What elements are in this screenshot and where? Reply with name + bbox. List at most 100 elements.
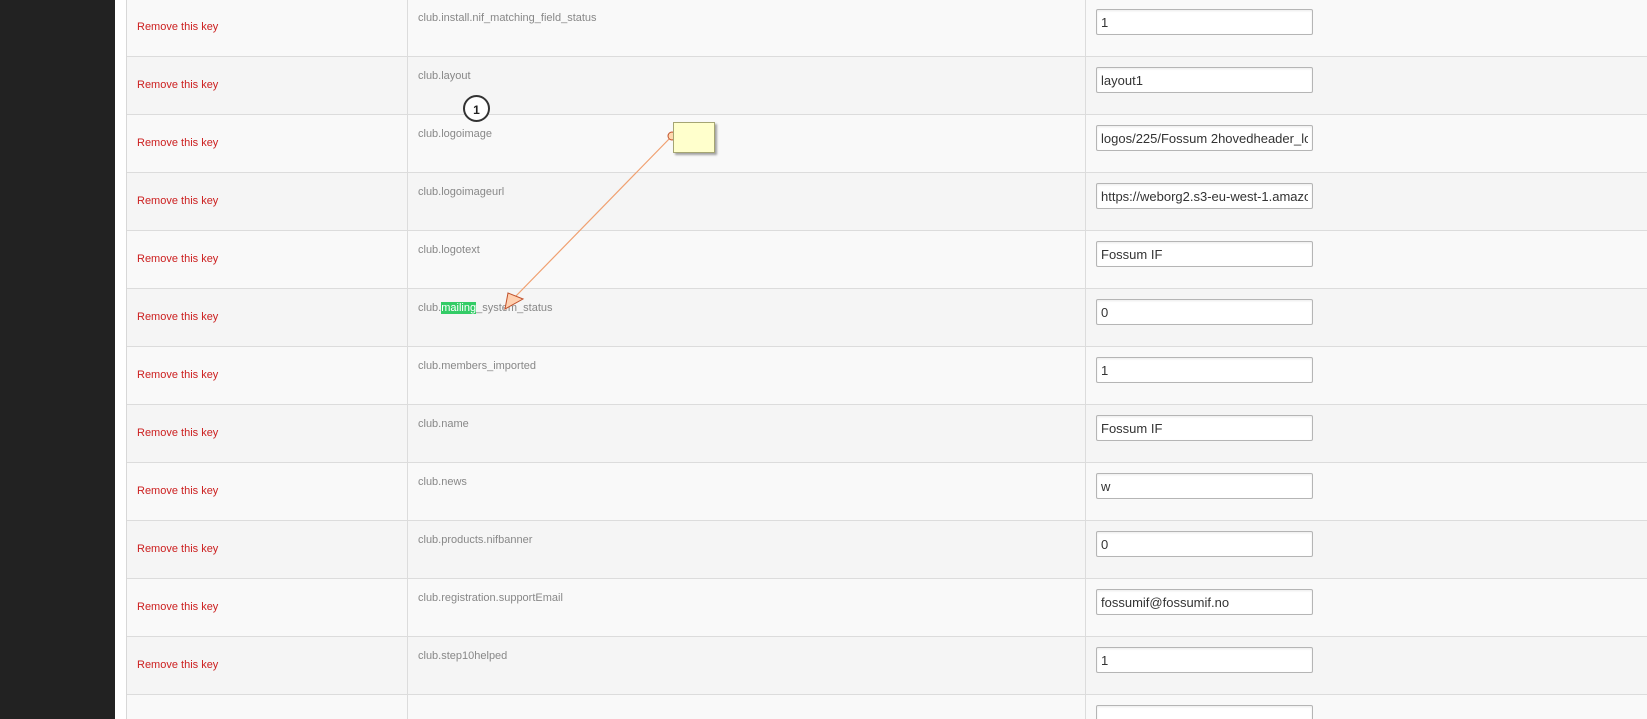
- key-name: club.members_imported: [418, 360, 536, 372]
- remove-key-link[interactable]: Remove this key: [137, 195, 218, 207]
- value-cell: [1086, 289, 1647, 346]
- key-name-text: club.members_imported: [418, 360, 536, 372]
- key-name: club.registration.supportEmail: [418, 592, 563, 604]
- key-cell: club.name: [408, 405, 1086, 462]
- settings-content: Remove this key club.install.nif_matchin…: [115, 0, 1647, 719]
- value-cell: [1086, 405, 1647, 462]
- table-row: Remove this key club.step10helped: [127, 636, 1647, 694]
- value-input[interactable]: [1096, 9, 1313, 35]
- step-marker-badge[interactable]: 1: [463, 95, 490, 122]
- action-cell: Remove this key: [127, 347, 408, 404]
- value-input[interactable]: [1096, 705, 1313, 719]
- action-cell: Remove this key: [127, 231, 408, 288]
- table-row: Remove this key club.registration.suppor…: [127, 578, 1647, 636]
- key-name-text: club.logotext: [418, 244, 480, 256]
- value-input[interactable]: [1096, 357, 1313, 383]
- key-cell: club.step10helped: [408, 637, 1086, 694]
- remove-key-link[interactable]: Remove this key: [137, 21, 218, 33]
- action-cell: Remove this key: [127, 579, 408, 636]
- key-name: club.install.nif_matching_field_status: [418, 12, 597, 24]
- remove-key-link[interactable]: Remove this key: [137, 543, 218, 555]
- value-input[interactable]: [1096, 473, 1313, 499]
- key-cell: club.registration.supportEmail: [408, 579, 1086, 636]
- value-input[interactable]: [1096, 241, 1313, 267]
- key-name: club.mailing_system_status: [418, 302, 553, 314]
- value-input[interactable]: [1096, 589, 1313, 615]
- table-row: Remove this key club.logoimage: [127, 114, 1647, 172]
- table-row: [127, 694, 1647, 719]
- key-name-suffix: _system_status: [476, 302, 553, 314]
- remove-key-link[interactable]: Remove this key: [137, 369, 218, 381]
- remove-key-link[interactable]: Remove this key: [137, 79, 218, 91]
- key-cell: club.logoimage: [408, 115, 1086, 172]
- value-cell: [1086, 637, 1647, 694]
- key-name-text: club.logoimage: [418, 128, 492, 140]
- key-cell: club.install.nif_matching_field_status: [408, 0, 1086, 56]
- value-input[interactable]: [1096, 299, 1313, 325]
- value-cell: [1086, 57, 1647, 114]
- key-cell: club.members_imported: [408, 347, 1086, 404]
- action-cell: Remove this key: [127, 521, 408, 578]
- key-cell: club.products.nifbanner: [408, 521, 1086, 578]
- key-name: club.name: [418, 418, 469, 430]
- sticky-note[interactable]: [673, 122, 715, 153]
- table-row: Remove this key club.logotext: [127, 230, 1647, 288]
- value-input[interactable]: [1096, 415, 1313, 441]
- value-cell: [1086, 347, 1647, 404]
- action-cell: Remove this key: [127, 405, 408, 462]
- value-cell: [1086, 579, 1647, 636]
- remove-key-link[interactable]: Remove this key: [137, 485, 218, 497]
- value-cell: [1086, 231, 1647, 288]
- action-cell: Remove this key: [127, 0, 408, 56]
- key-name: club.logoimageurl: [418, 186, 504, 198]
- action-cell: Remove this key: [127, 173, 408, 230]
- key-cell: club.logoimageurl: [408, 173, 1086, 230]
- key-name-text: club.install.nif_matching_field_status: [418, 12, 597, 24]
- remove-key-link[interactable]: Remove this key: [137, 253, 218, 265]
- key-name-text: club.name: [418, 418, 469, 430]
- key-name: club.step10helped: [418, 650, 507, 662]
- table-row: Remove this key club.install.nif_matchin…: [127, 0, 1647, 56]
- action-cell: Remove this key: [127, 289, 408, 346]
- value-input[interactable]: [1096, 125, 1313, 151]
- remove-key-link[interactable]: Remove this key: [137, 311, 218, 323]
- key-name-text: club.layout: [418, 70, 471, 82]
- action-cell: [127, 695, 408, 719]
- value-cell: [1086, 463, 1647, 520]
- key-name-text: club.news: [418, 476, 467, 488]
- remove-key-link[interactable]: Remove this key: [137, 659, 218, 671]
- key-cell: club.mailing_system_status: [408, 289, 1086, 346]
- key-cell: club.logotext: [408, 231, 1086, 288]
- remove-key-link[interactable]: Remove this key: [137, 601, 218, 613]
- value-cell: [1086, 173, 1647, 230]
- value-input[interactable]: [1096, 531, 1313, 557]
- key-name-text: club.step10helped: [418, 650, 508, 662]
- key-name: club.logotext: [418, 244, 480, 256]
- value-cell: [1086, 695, 1647, 719]
- key-name: club.logoimage: [418, 128, 492, 140]
- key-name: club.layout: [418, 70, 471, 82]
- table-row: Remove this key club.members_imported: [127, 346, 1647, 404]
- value-cell: [1086, 521, 1647, 578]
- value-input[interactable]: [1096, 183, 1313, 209]
- action-cell: Remove this key: [127, 637, 408, 694]
- table-row: Remove this key club.layout: [127, 56, 1647, 114]
- key-cell: [408, 695, 1086, 719]
- key-name-text: club.logoimageurl: [418, 186, 505, 198]
- key-name-text: club.products.nifbanner: [418, 534, 533, 546]
- table-row: Remove this key club.mailing_system_stat…: [127, 288, 1647, 346]
- value-input[interactable]: [1096, 67, 1313, 93]
- remove-key-link[interactable]: Remove this key: [137, 137, 218, 149]
- key-name-text: club.registration.supportEmail: [418, 592, 563, 604]
- key-name-prefix: club.: [418, 302, 442, 314]
- remove-key-link[interactable]: Remove this key: [137, 427, 218, 439]
- key-name: club.news: [418, 476, 467, 488]
- table-row: Remove this key club.products.nifbanner: [127, 520, 1647, 578]
- value-cell: [1086, 115, 1647, 172]
- action-cell: Remove this key: [127, 57, 408, 114]
- key-name: club.products.nifbanner: [418, 534, 532, 546]
- value-cell: [1086, 0, 1647, 56]
- key-cell: club.news: [408, 463, 1086, 520]
- table-row: Remove this key club.name: [127, 404, 1647, 462]
- value-input[interactable]: [1096, 647, 1313, 673]
